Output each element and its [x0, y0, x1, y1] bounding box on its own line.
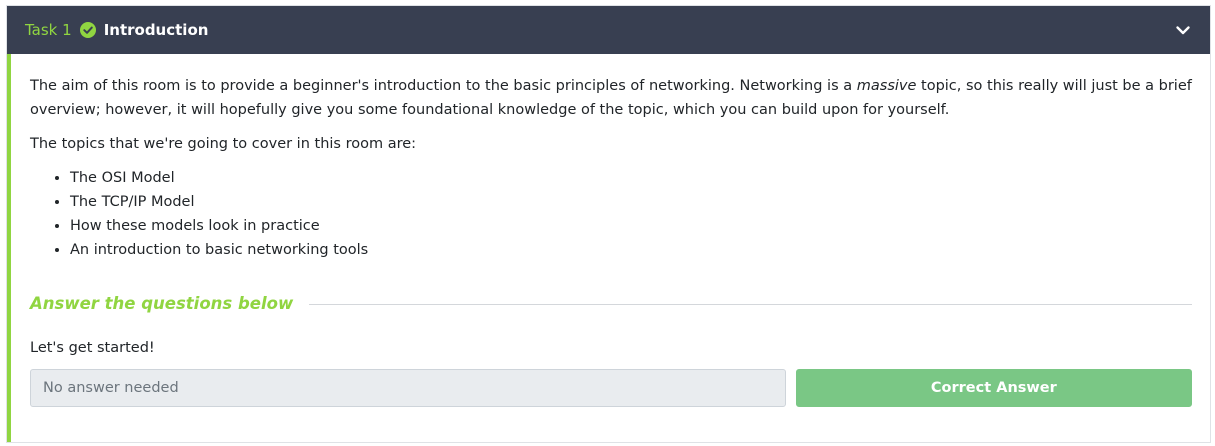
- check-circle-icon: [79, 22, 96, 38]
- intro-emphasis: massive: [856, 78, 917, 94]
- topic-item: How these models look in practice: [70, 214, 1192, 238]
- intro-paragraph: The aim of this room is to provide a beg…: [30, 74, 1192, 122]
- task-card: Task 1 Introduction The aim of this room…: [6, 5, 1211, 443]
- divider: [309, 303, 1192, 305]
- topics-intro: The topics that we're going to cover in …: [30, 136, 417, 152]
- intro-text-start: The aim of this room is to provide a beg…: [30, 78, 857, 94]
- answer-input[interactable]: [30, 369, 786, 407]
- answer-heading: Answer the questions below: [30, 294, 294, 313]
- answer-row: Correct Answer: [30, 369, 1192, 407]
- correct-answer-button[interactable]: Correct Answer: [795, 369, 1192, 407]
- topic-item: An introduction to basic networking tool…: [70, 238, 1192, 262]
- chevron-down-icon[interactable]: [1174, 21, 1192, 39]
- answer-heading-row: Answer the questions below: [30, 292, 1192, 316]
- topic-item: The TCP/IP Model: [70, 190, 1192, 214]
- topics-list: The OSI Model The TCP/IP Model How these…: [30, 166, 1192, 262]
- question-text: Let's get started!: [30, 340, 155, 356]
- task-header[interactable]: Task 1 Introduction: [7, 6, 1210, 54]
- topic-item: The OSI Model: [70, 166, 1192, 190]
- task-title: Introduction: [103, 21, 209, 39]
- task-number: Task 1: [25, 21, 72, 39]
- task-body: The aim of this room is to provide a beg…: [7, 54, 1210, 442]
